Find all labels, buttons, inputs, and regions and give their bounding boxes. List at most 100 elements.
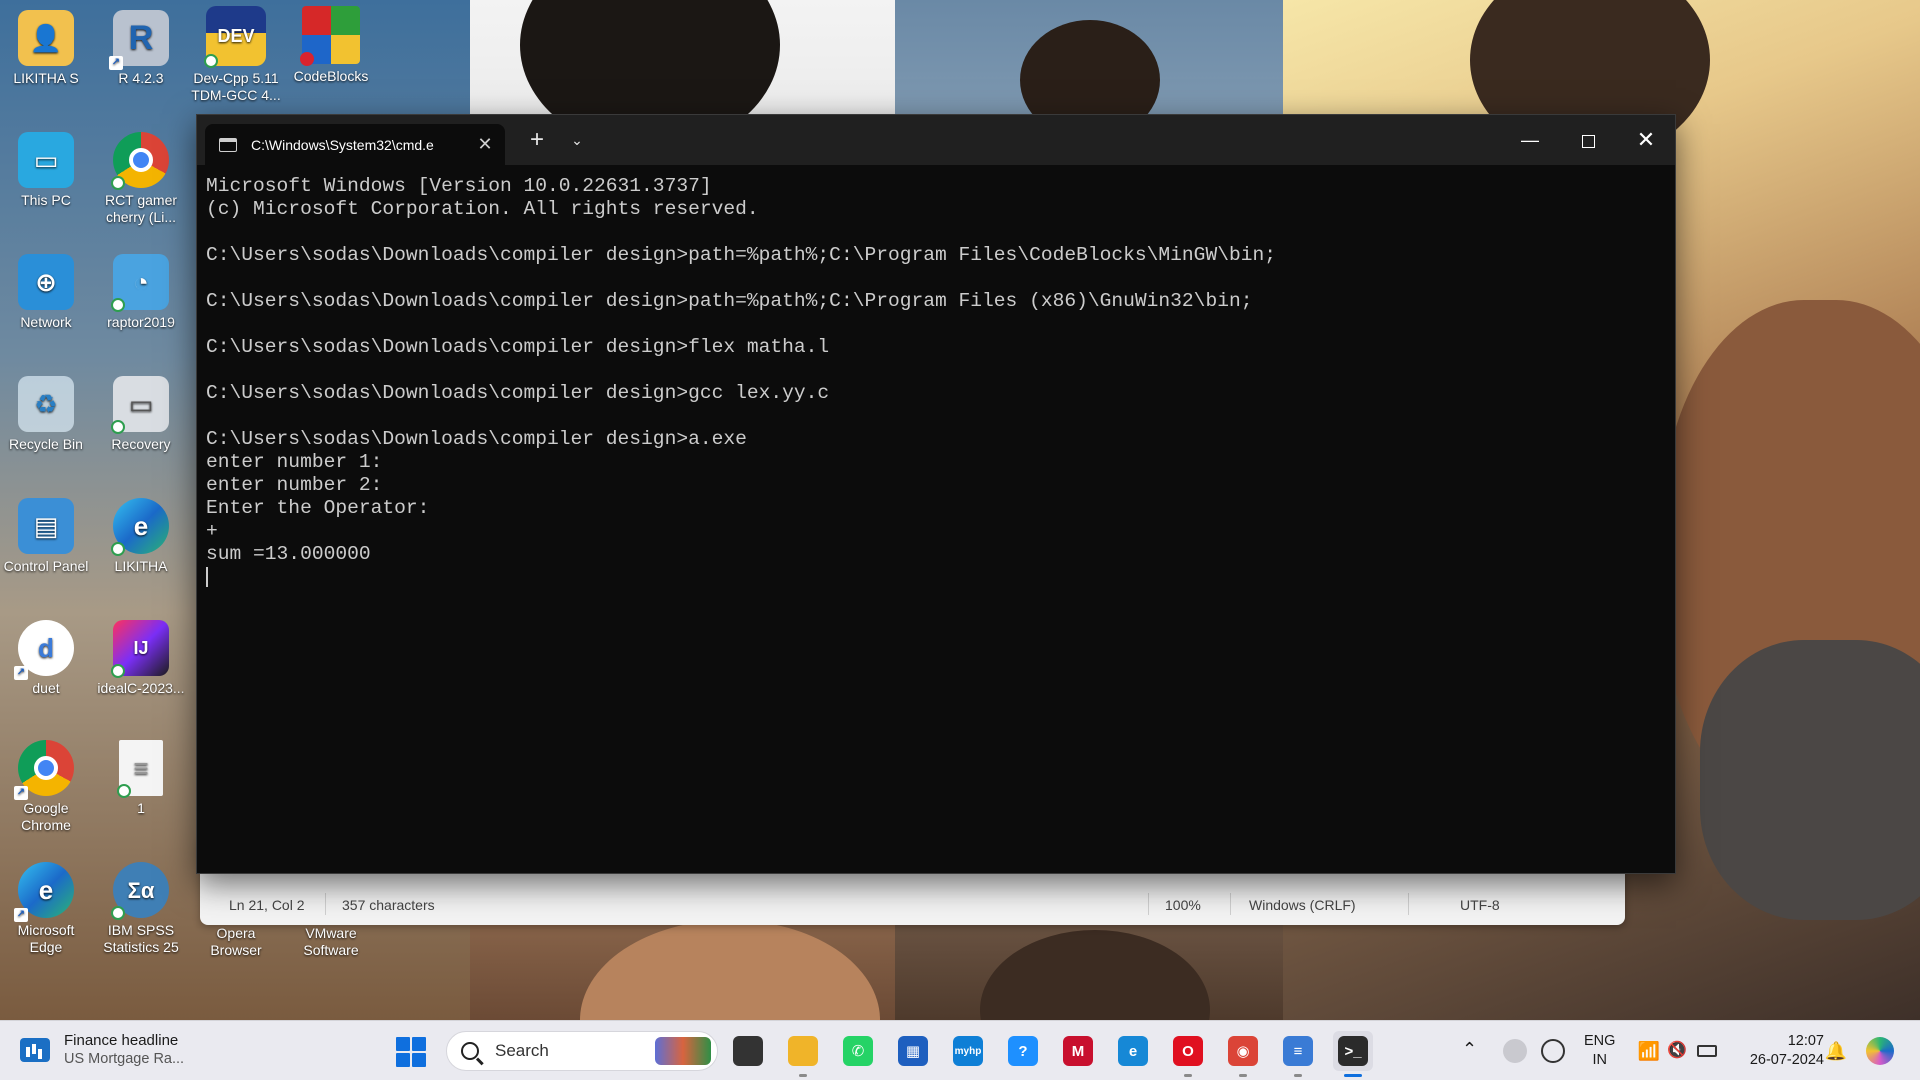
desktop-icon-this-pc[interactable]: ▭ This PC bbox=[0, 132, 92, 209]
widget-title: Finance headline bbox=[64, 1032, 179, 1049]
desktop-icon-likitha-s[interactable]: 👤 LIKITHA S bbox=[0, 10, 92, 87]
onedrive-error-icon[interactable] bbox=[1503, 1039, 1527, 1063]
monitor-icon: ▭ bbox=[18, 132, 74, 188]
microsoft-store-icon: ▦ bbox=[898, 1036, 928, 1066]
desktop-icon-raptor[interactable]: ◔ raptor2019 bbox=[95, 254, 187, 331]
whatsapp-icon: ✆ bbox=[843, 1036, 873, 1066]
desktop-icon-devcpp[interactable]: DEV Dev-Cpp 5.11 TDM-GCC 4... bbox=[190, 6, 282, 104]
language-code: ENG bbox=[1584, 1033, 1616, 1049]
console-line: C:\Users\sodas\Downloads\compiler design… bbox=[206, 244, 1276, 266]
desktop-icon-rct-gamer[interactable]: RCT gamer cherry (Li... bbox=[95, 132, 187, 226]
desktop-icon-recovery[interactable]: ▭ Recovery bbox=[95, 376, 187, 453]
desktop-icon-label: LIKITHA S bbox=[13, 70, 79, 86]
desktop-icon-label: Microsoft Edge bbox=[17, 922, 75, 955]
desktop-icon-idealc[interactable]: IJ idealC-2023... bbox=[95, 620, 187, 697]
clock-date: 26-07-2024 bbox=[1749, 1052, 1824, 1068]
terminal-window[interactable]: C:\Windows\System32\cmd.e ✕ + ⌄ — ✕ Micr… bbox=[196, 114, 1676, 874]
raptor-icon: ◔ bbox=[111, 254, 169, 312]
hp-support-icon: ? bbox=[1008, 1036, 1038, 1066]
intellij-icon: IJ bbox=[111, 620, 169, 678]
taskbar-app-microsoft-store[interactable]: ▦ bbox=[893, 1031, 933, 1071]
news-widget[interactable]: Finance headline US Mortgage Ra... bbox=[20, 1031, 184, 1069]
chrome-icon: ◉ bbox=[1228, 1036, 1258, 1066]
volume-muted-icon[interactable]: 🔇 bbox=[1665, 1041, 1689, 1065]
desktop-icon-label: This PC bbox=[21, 192, 71, 208]
desktop-icon-google-chrome[interactable]: ↗ Google Chrome bbox=[0, 740, 92, 834]
desktop-icon-ibm-spss[interactable]: Σα IBM SPSS Statistics 25 bbox=[95, 862, 187, 956]
zoom-level[interactable]: 100% bbox=[1165, 897, 1201, 913]
taskbar-app-mcafee[interactable]: M bbox=[1058, 1031, 1098, 1071]
desktop-icon-network[interactable]: ⊕ Network bbox=[0, 254, 92, 331]
terminal-tab[interactable]: C:\Windows\System32\cmd.e ✕ bbox=[205, 124, 505, 165]
chrome-icon bbox=[111, 132, 169, 190]
desktop-icon-control-panel[interactable]: ▤ Control Panel bbox=[0, 498, 92, 575]
notification-bell-icon[interactable]: 🔔 bbox=[1824, 1039, 1848, 1063]
taskbar-app-chrome[interactable]: ◉ bbox=[1223, 1031, 1263, 1077]
search-placeholder: Search bbox=[495, 1041, 549, 1060]
taskbar-app-task-view[interactable] bbox=[728, 1031, 768, 1071]
console-line: C:\Users\sodas\Downloads\compiler design… bbox=[206, 336, 830, 358]
maximize-button[interactable] bbox=[1559, 115, 1617, 165]
console-line: (c) Microsoft Corporation. All rights re… bbox=[206, 198, 759, 220]
terminal-titlebar[interactable]: C:\Windows\System32\cmd.e ✕ + ⌄ — ✕ bbox=[197, 115, 1675, 165]
widget-subtitle: US Mortgage Ra... bbox=[64, 1051, 185, 1067]
console-line: C:\Users\sodas\Downloads\compiler design… bbox=[206, 290, 1253, 312]
desktop-icon-likitha[interactable]: e LIKITHA bbox=[95, 498, 187, 575]
wifi-icon[interactable]: 📶 bbox=[1637, 1041, 1661, 1065]
chevron-down-icon[interactable]: ⌄ bbox=[559, 125, 595, 155]
new-tab-button[interactable]: + bbox=[519, 125, 555, 155]
taskbar-app-file-explorer[interactable] bbox=[783, 1031, 823, 1077]
desktop-icon-recycle-bin[interactable]: ♻ Recycle Bin bbox=[0, 376, 92, 453]
taskbar-app-opera[interactable]: O bbox=[1168, 1031, 1208, 1077]
desktop-icon-microsoft-edge[interactable]: e ↗ Microsoft Edge bbox=[0, 862, 92, 956]
copilot-icon[interactable] bbox=[1866, 1037, 1894, 1065]
desktop-icon-label: duet bbox=[32, 680, 60, 696]
console-line: enter number 1: bbox=[206, 451, 383, 473]
console-line: Microsoft Windows [Version 10.0.22631.37… bbox=[206, 175, 712, 197]
show-hidden-icons-chevron-icon[interactable]: ⌃ bbox=[1462, 1039, 1477, 1080]
taskbar-app-hp-support[interactable]: ? bbox=[1003, 1031, 1043, 1071]
desktop-icon-label: Network bbox=[20, 314, 72, 330]
battery-icon[interactable] bbox=[1697, 1045, 1717, 1057]
desktop-icon-vmware[interactable]: VMware Software bbox=[285, 925, 377, 959]
desktop-icon-r[interactable]: R ↗ R 4.2.3 bbox=[95, 10, 187, 87]
network-icon: ⊕ bbox=[18, 254, 74, 310]
devcpp-icon: DEV bbox=[204, 6, 266, 68]
desktop-icon-label: LIKITHA bbox=[114, 558, 168, 574]
line-ending[interactable]: Windows (CRLF) bbox=[1249, 897, 1356, 913]
character-count: 357 characters bbox=[342, 897, 435, 913]
tab-close-icon[interactable]: ✕ bbox=[471, 134, 499, 155]
terminal-icon: >_ bbox=[1338, 1036, 1368, 1066]
text-cursor bbox=[206, 566, 208, 587]
desktop-icon-label: idealC-2023... bbox=[97, 680, 185, 696]
language-indicator[interactable]: ENG IN bbox=[1584, 1032, 1615, 1080]
tab-title: C:\Windows\System32\cmd.e bbox=[251, 136, 434, 153]
desktop-icon-1[interactable]: ≡ 1 bbox=[95, 740, 187, 817]
taskbar-app-whatsapp[interactable]: ✆ bbox=[838, 1031, 878, 1071]
encoding[interactable]: UTF-8 bbox=[1460, 897, 1500, 913]
duet-icon: d ↗ bbox=[14, 620, 74, 680]
minimize-button[interactable]: — bbox=[1501, 115, 1559, 165]
taskbar-search[interactable]: Search bbox=[446, 1031, 718, 1071]
taskbar-app-notepad[interactable]: ≡ bbox=[1278, 1031, 1318, 1077]
recycle-bin-icon: ♻ bbox=[18, 376, 74, 432]
console-output[interactable]: Microsoft Windows [Version 10.0.22631.37… bbox=[197, 165, 1675, 589]
desktop-icon-codeblocks[interactable]: CodeBlocks bbox=[285, 6, 377, 85]
clock[interactable]: 12:07 26-07-2024 bbox=[1734, 1032, 1824, 1080]
notepad-status-bar: Ln 21, Col 2 357 characters 100% Windows… bbox=[200, 883, 1625, 925]
taskbar-app-terminal[interactable]: >_ bbox=[1333, 1031, 1373, 1077]
sync-icon[interactable] bbox=[1541, 1039, 1565, 1063]
taskbar-app-edge[interactable]: e bbox=[1113, 1031, 1153, 1071]
taskbar-app-myhp[interactable]: myhp bbox=[948, 1031, 988, 1071]
close-button[interactable]: ✕ bbox=[1617, 115, 1675, 165]
console-line: sum =13.000000 bbox=[206, 543, 371, 565]
desktop-icon-opera[interactable]: Opera Browser bbox=[190, 925, 282, 959]
desktop-icon-label: IBM SPSS Statistics 25 bbox=[103, 922, 179, 955]
start-button[interactable] bbox=[396, 1037, 426, 1067]
console-line: + bbox=[206, 520, 218, 542]
mcafee-icon: M bbox=[1063, 1036, 1093, 1066]
finance-chart-icon bbox=[20, 1038, 50, 1062]
desktop-icon-duet[interactable]: d ↗ duet bbox=[0, 620, 92, 697]
